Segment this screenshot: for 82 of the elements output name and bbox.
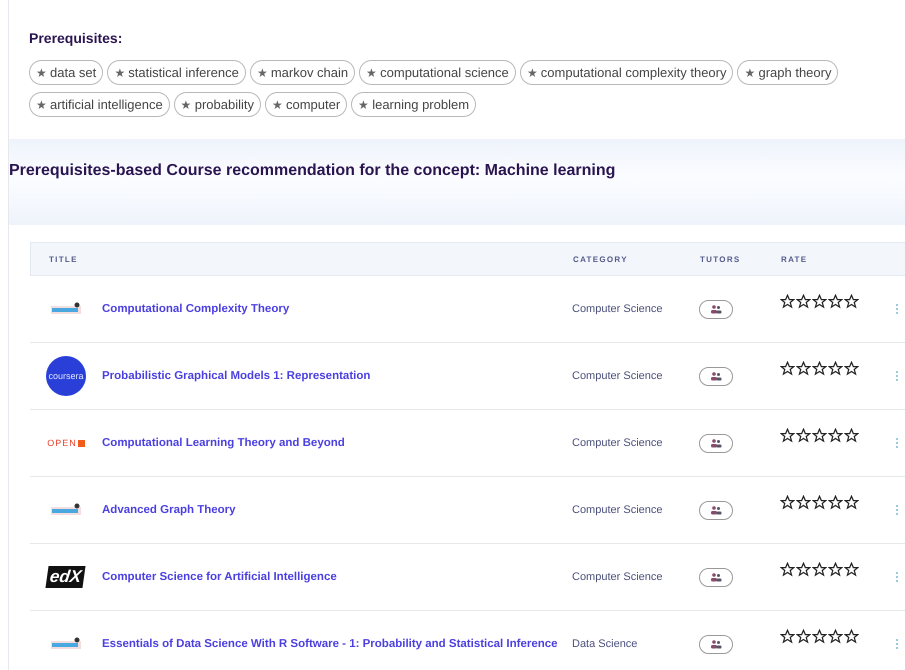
star-icon[interactable]: [844, 562, 859, 577]
star-icon[interactable]: [828, 361, 843, 376]
column-header: TUTORS: [700, 254, 742, 264]
course-link[interactable]: Computer Science for Artificial Intelligence: [102, 571, 572, 583]
star-icon[interactable]: [780, 428, 795, 443]
concept-tag[interactable]: ★ artificial intelligence: [29, 92, 170, 117]
drag-handle-icon[interactable]: [896, 304, 901, 314]
star-icon[interactable]: [828, 294, 843, 309]
star-icon[interactable]: [796, 428, 811, 443]
course-category: Data Science: [572, 638, 638, 650]
provider-logo: [50, 502, 82, 518]
concept-tag[interactable]: ★ data set: [29, 60, 104, 85]
star-icon[interactable]: [796, 495, 811, 510]
star-icon[interactable]: [796, 294, 811, 309]
star-icon[interactable]: [780, 294, 795, 309]
star-icon[interactable]: [828, 629, 843, 644]
provider-logo: [50, 301, 82, 317]
course-category: Computer Science: [572, 437, 664, 449]
column-header: TITLE: [48, 254, 79, 264]
tutors-button[interactable]: [699, 300, 733, 318]
course-category: Computer Science: [572, 370, 664, 382]
course-link[interactable]: Computational Learning Theory and Beyond: [102, 437, 572, 449]
course-link[interactable]: Essentials of Data Science With R Software - 1: Probability and Statistical Inference: [102, 638, 572, 650]
star-icon[interactable]: [780, 495, 795, 510]
concept-tag[interactable]: ★ statistical inference: [107, 60, 246, 85]
concept-tag[interactable]: ★ graph theory: [737, 60, 838, 85]
star-icon[interactable]: [828, 495, 843, 510]
concept-tag[interactable]: ★ computational complexity theory: [520, 60, 734, 85]
concept-tag[interactable]: ★ learning problem: [351, 92, 476, 117]
provider-logo: [50, 636, 82, 652]
concept-tag[interactable]: ★ computer: [265, 92, 348, 117]
people-icon: [710, 572, 722, 582]
concept-tag[interactable]: ★ probability: [174, 92, 261, 117]
provider-logo: coursera: [46, 356, 86, 396]
star-icon[interactable]: [812, 629, 827, 644]
star-icon[interactable]: [796, 629, 811, 644]
course-category: Computer Science: [572, 504, 664, 516]
course-link[interactable]: Computational Complexity Theory: [102, 303, 572, 315]
drag-handle-icon[interactable]: [896, 572, 901, 582]
course-link[interactable]: Advanced Graph Theory: [102, 504, 572, 516]
star-icon[interactable]: [844, 629, 859, 644]
people-icon: [710, 640, 722, 648]
star-icon[interactable]: [812, 562, 827, 577]
star-icon[interactable]: [844, 361, 859, 376]
tutors-button[interactable]: [699, 366, 733, 386]
people-icon: [710, 506, 722, 514]
star-icon[interactable]: [844, 495, 859, 510]
course-category: Computer Science: [572, 571, 664, 583]
tutors-button[interactable]: [699, 500, 733, 520]
people-icon: [710, 372, 722, 380]
drag-handle-icon[interactable]: [896, 438, 901, 448]
star-icon[interactable]: [828, 428, 843, 443]
star-icon[interactable]: [844, 428, 859, 443]
drag-handle-icon[interactable]: [896, 639, 901, 649]
people-icon: [710, 304, 722, 314]
star-icon[interactable]: [812, 361, 827, 376]
tutors-button[interactable]: [699, 434, 733, 452]
concept-tag[interactable]: ★ computational science: [359, 60, 516, 85]
star-icon[interactable]: [780, 361, 795, 376]
star-icon[interactable]: [844, 294, 859, 309]
star-icon[interactable]: [812, 428, 827, 443]
star-icon[interactable]: [780, 562, 795, 577]
provider-logo: edX: [46, 566, 86, 588]
section-heading: Prerequisites-based Course recommendation for the concept: Machine learning: [9, 162, 616, 180]
star-icon[interactable]: [796, 361, 811, 376]
drag-handle-icon[interactable]: [896, 371, 901, 381]
star-icon[interactable]: [780, 629, 795, 644]
provider-logo: OPEN: [47, 438, 85, 448]
star-icon[interactable]: [812, 294, 827, 309]
course-link[interactable]: Probabilistic Graphical Models 1: Representation: [102, 370, 572, 382]
tutors-button[interactable]: [699, 568, 733, 586]
course-category: Computer Science: [572, 303, 664, 315]
column-header: CATEGORY: [573, 254, 629, 264]
star-icon[interactable]: [812, 495, 827, 510]
star-icon[interactable]: [796, 562, 811, 577]
people-icon: [710, 438, 722, 448]
tutors-button[interactable]: [699, 634, 733, 654]
section-heading: Prerequisites:: [29, 30, 122, 46]
column-header: RATE: [781, 254, 808, 264]
concept-tag[interactable]: ★ markov chain: [250, 60, 356, 85]
drag-handle-icon[interactable]: [896, 505, 901, 515]
star-icon[interactable]: [828, 562, 843, 577]
